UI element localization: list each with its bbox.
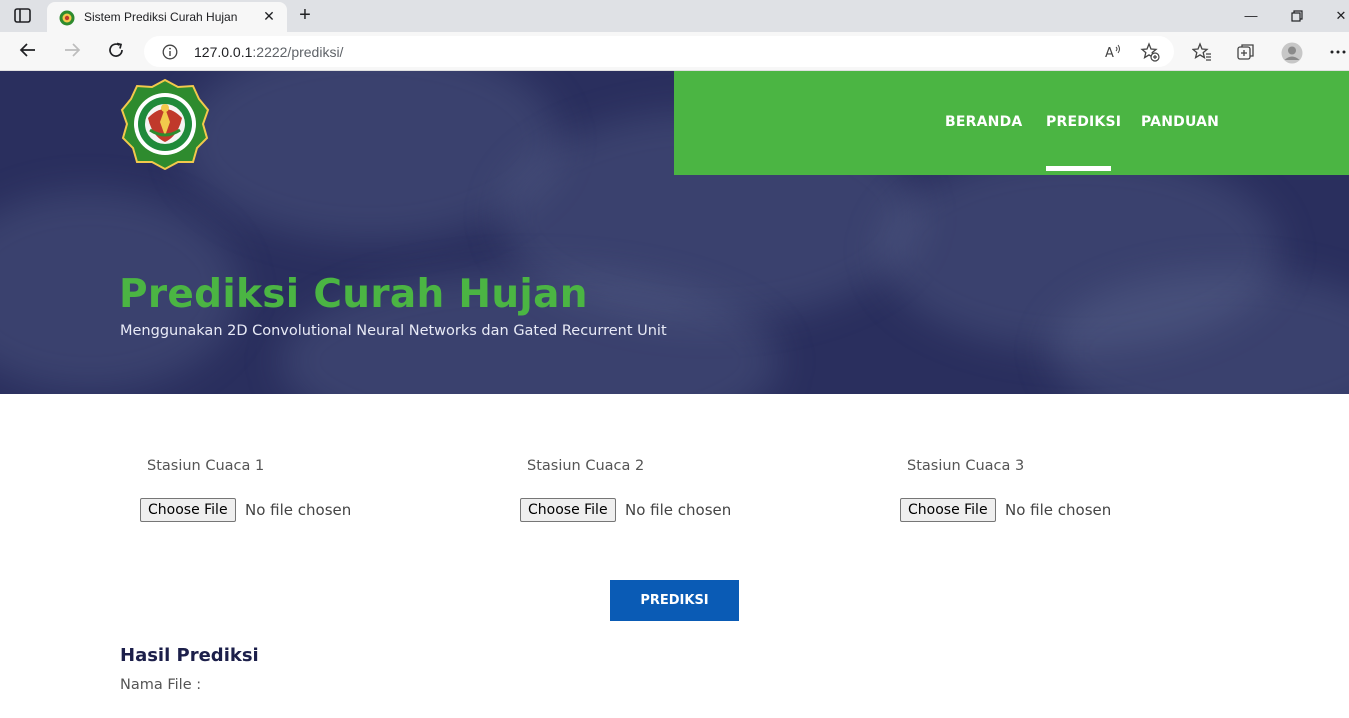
nav-item-prediksi[interactable]: PREDIKSI (1046, 114, 1121, 130)
more-options-icon[interactable] (1328, 42, 1348, 62)
forward-icon[interactable] (62, 41, 82, 61)
close-tab-icon[interactable]: ✕ (261, 8, 277, 24)
new-tab-icon[interactable]: + (296, 5, 314, 25)
predict-button[interactable]: PREDIKSI (610, 580, 739, 621)
browser-tab[interactable]: Sistem Prediksi Curah Hujan ✕ (47, 2, 287, 32)
add-favorite-icon[interactable] (1140, 42, 1160, 62)
profile-avatar-icon[interactable] (1281, 42, 1303, 64)
station-label: Stasiun Cuaca 2 (527, 458, 645, 474)
active-nav-indicator (1046, 166, 1111, 171)
browser-tab-bar: Sistem Prediksi Curah Hujan ✕ + — ✕ (0, 0, 1349, 32)
file-status: No file chosen (245, 501, 352, 519)
address-bar: 127.0.0.1:2222/prediksi/ A (0, 32, 1349, 71)
favorites-icon[interactable] (1191, 42, 1212, 62)
station-label: Stasiun Cuaca 1 (147, 458, 265, 474)
station-label: Stasiun Cuaca 3 (907, 458, 1025, 474)
tab-title: Sistem Prediksi Curah Hujan (84, 10, 238, 24)
nav-item-beranda[interactable]: BERANDA (945, 114, 1022, 130)
minimize-icon[interactable]: — (1243, 8, 1259, 24)
file-status: No file chosen (1005, 501, 1112, 519)
page-title: Prediksi Curah Hujan (119, 272, 588, 317)
read-aloud-icon[interactable]: A (1104, 43, 1122, 61)
page-subtitle: Menggunakan 2D Convolutional Neural Netw… (120, 323, 667, 339)
result-heading: Hasil Prediksi (120, 645, 259, 666)
choose-file-button[interactable]: Choose File (140, 498, 236, 522)
tab-actions-icon[interactable] (14, 8, 32, 24)
choose-file-button[interactable]: Choose File (520, 498, 616, 522)
nav-item-panduan[interactable]: PANDUAN (1141, 114, 1219, 130)
reload-icon[interactable] (106, 41, 126, 61)
back-icon[interactable] (18, 41, 38, 61)
url-text: 127.0.0.1:2222/prediksi/ (194, 44, 343, 60)
choose-file-button[interactable]: Choose File (900, 498, 996, 522)
url-path: :2222/prediksi/ (252, 44, 344, 60)
result-file-name: Nama File : (120, 677, 202, 693)
university-favicon-icon (59, 10, 75, 26)
collections-icon[interactable] (1236, 42, 1256, 62)
file-status: No file chosen (625, 501, 732, 519)
info-icon[interactable] (162, 44, 178, 60)
close-window-icon[interactable]: ✕ (1333, 8, 1349, 24)
svg-text:A: A (1105, 46, 1114, 61)
university-logo[interactable] (120, 78, 210, 171)
url-host: 127.0.0.1 (194, 44, 253, 60)
restore-icon[interactable] (1289, 8, 1305, 24)
url-input[interactable]: 127.0.0.1:2222/prediksi/ A (144, 36, 1174, 67)
